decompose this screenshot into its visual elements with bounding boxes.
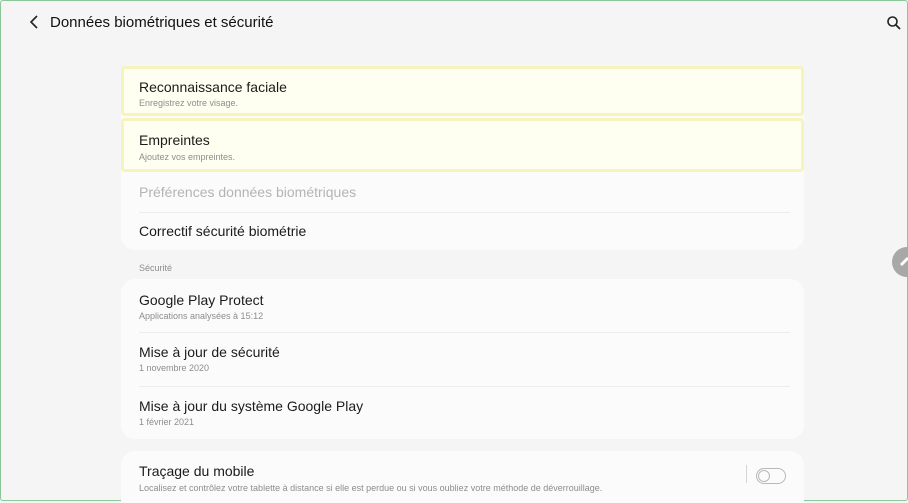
face-recognition-label: Reconnaissance faciale — [139, 79, 287, 95]
play-protect-label: Google Play Protect — [139, 292, 264, 308]
fingerprints-sub: Ajoutez vos empreintes. — [139, 152, 236, 162]
find-mobile-toggle[interactable] — [756, 468, 786, 484]
face-recognition-sub: Enregistrez votre visage. — [139, 98, 239, 108]
back-arrow-icon[interactable] — [26, 13, 44, 31]
search-icon[interactable] — [886, 15, 902, 31]
security-update-item[interactable]: Mise à jour de sécurité 1 novembre 2020 — [121, 333, 804, 386]
toggle-divider — [746, 465, 747, 483]
find-mobile-item[interactable]: Traçage du mobile Localisez et contrôlez… — [121, 451, 804, 503]
find-mobile-card: Traçage du mobile Localisez et contrôlez… — [121, 451, 804, 503]
app-bar: Données biométriques et sécurité — [0, 0, 906, 46]
find-mobile-sub: Localisez et contrôlez votre tablette à … — [139, 483, 603, 493]
play-protect-sub: Applications analysées à 15:12 — [139, 311, 264, 321]
fingerprints-label: Empreintes — [139, 132, 210, 148]
page-title: Données biométriques et sécurité — [50, 14, 274, 31]
biometric-patch-item[interactable]: Correctif sécurité biométrie — [121, 213, 804, 250]
security-section-header: Sécurité — [139, 263, 173, 273]
security-update-sub: 1 novembre 2020 — [139, 363, 210, 373]
play-system-update-item[interactable]: Mise à jour du système Google Play 1 fév… — [121, 387, 804, 439]
security-card: Google Play Protect Applications analysé… — [121, 279, 804, 439]
biometric-preferences-item[interactable]: Préférences données biométriques — [121, 174, 804, 212]
fingerprints-item[interactable]: Empreintes Ajoutez vos empreintes. — [121, 118, 804, 172]
security-update-label: Mise à jour de sécurité — [139, 344, 280, 360]
toggle-knob — [758, 470, 770, 482]
play-system-update-label: Mise à jour du système Google Play — [139, 398, 364, 414]
biometric-patch-label: Correctif sécurité biométrie — [139, 223, 307, 239]
face-recognition-item[interactable]: Reconnaissance faciale Enregistrez votre… — [121, 66, 804, 116]
biometric-preferences-label: Préférences données biométriques — [139, 184, 357, 200]
find-mobile-label: Traçage du mobile — [139, 463, 255, 479]
play-system-update-sub: 1 février 2021 — [139, 417, 195, 427]
biometrics-card: Reconnaissance faciale Enregistrez votre… — [121, 66, 804, 250]
play-protect-item[interactable]: Google Play Protect Applications analysé… — [121, 279, 804, 332]
